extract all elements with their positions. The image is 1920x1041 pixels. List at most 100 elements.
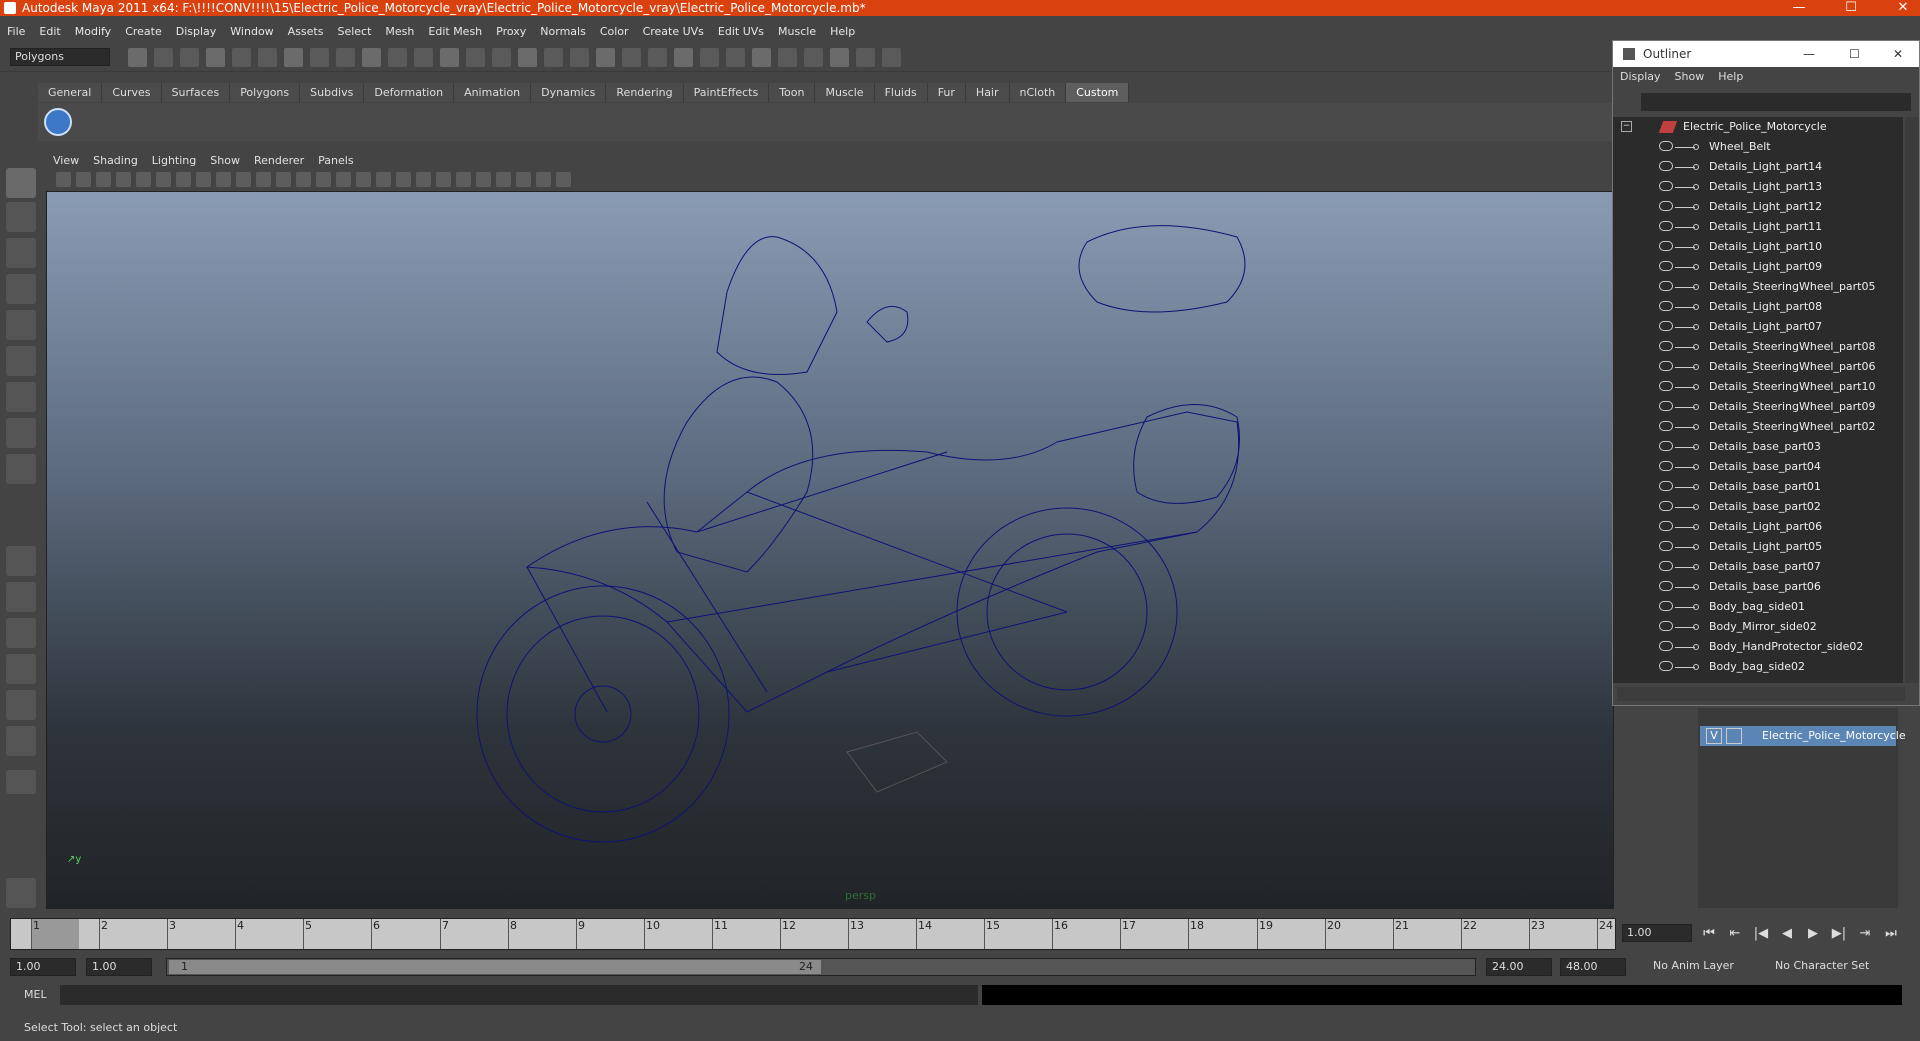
outliner-item[interactable]: Details_base_part01 [1613, 477, 1903, 497]
outliner-item[interactable]: Details_Light_part07 [1613, 317, 1903, 337]
viewport-toolbar-icon[interactable] [356, 172, 371, 187]
outliner-item[interactable]: Details_Light_part05 [1613, 537, 1903, 557]
collapse-icon[interactable]: − [1621, 121, 1632, 132]
viewport-toolbar-icon[interactable] [516, 172, 531, 187]
outliner-item[interactable]: Body_Mirror_side02 [1613, 617, 1903, 637]
status-line-tool-icon[interactable] [180, 48, 199, 67]
shelf-tab-hair[interactable]: Hair [965, 83, 1010, 102]
viewport-menu-view[interactable]: View [46, 152, 86, 170]
status-line-tool-icon[interactable] [830, 48, 849, 67]
shelf-tab-fluids[interactable]: Fluids [874, 83, 928, 102]
shelf-tab-deformation[interactable]: Deformation [364, 83, 455, 102]
custom-shelf-check-icon[interactable] [44, 108, 72, 136]
viewport-toolbar-icon[interactable] [96, 172, 111, 187]
display-layer-row[interactable]: V Electric_Police_Motorcycle [1700, 726, 1906, 746]
outliner-item[interactable]: Details_SteeringWheel_part06 [1613, 357, 1903, 377]
outliner-item[interactable]: Details_Light_part13 [1613, 177, 1903, 197]
outliner-item[interactable]: Details_base_part03 [1613, 437, 1903, 457]
shelf-tab-painteffects[interactable]: PaintEffects [683, 83, 770, 102]
minimize-button[interactable]: — [1784, 0, 1814, 16]
shelf-tab-rendering[interactable]: Rendering [606, 83, 684, 102]
menu-modify[interactable]: Modify [68, 22, 118, 42]
viewport-toolbar-icon[interactable] [136, 172, 151, 187]
playback-control-icon[interactable]: |◀ [1748, 920, 1774, 948]
perspective-viewport[interactable]: ↗y persp [46, 191, 1614, 909]
viewport-toolbar-icon[interactable] [196, 172, 211, 187]
status-line-tool-icon[interactable] [440, 48, 459, 67]
viewport-toolbar-icon[interactable] [556, 172, 571, 187]
outliner-item[interactable]: Details_SteeringWheel_part10 [1613, 377, 1903, 397]
manipulator-tool-icon[interactable] [6, 382, 36, 412]
shelf-tab-surfaces[interactable]: Surfaces [161, 83, 231, 102]
viewport-toolbar-icon[interactable] [436, 172, 451, 187]
more-layouts-icon[interactable] [6, 770, 36, 794]
status-line-tool-icon[interactable] [128, 48, 147, 67]
menu-file[interactable]: File [0, 22, 32, 42]
shelf-tab-toon[interactable]: Toon [769, 83, 816, 102]
status-line-tool-icon[interactable] [752, 48, 771, 67]
shelf-tab-animation[interactable]: Animation [454, 83, 532, 102]
menu-proxy[interactable]: Proxy [489, 22, 533, 42]
outliner-item[interactable]: Details_SteeringWheel_part05 [1613, 277, 1903, 297]
outliner-item[interactable]: Details_base_part04 [1613, 457, 1903, 477]
viewport-toolbar-icon[interactable] [456, 172, 471, 187]
viewport-menu-panels[interactable]: Panels [311, 152, 360, 170]
viewport-toolbar-icon[interactable] [416, 172, 431, 187]
mode-dropdown[interactable]: Polygons [10, 48, 110, 66]
menu-edit[interactable]: Edit [32, 22, 67, 42]
outliner-menu-show[interactable]: Show [1668, 67, 1712, 87]
menu-help[interactable]: Help [823, 22, 862, 42]
viewport-toolbar-icon[interactable] [536, 172, 551, 187]
viewport-toolbar-icon[interactable] [216, 172, 231, 187]
outliner-root-row[interactable]: − Electric_Police_Motorcycle [1613, 117, 1903, 137]
menu-create-uvs[interactable]: Create UVs [636, 22, 711, 42]
viewport-toolbar-icon[interactable] [316, 172, 331, 187]
status-line-tool-icon[interactable] [804, 48, 823, 67]
menu-assets[interactable]: Assets [281, 22, 331, 42]
shelf-tab-general[interactable]: General [38, 83, 103, 102]
status-line-tool-icon[interactable] [518, 48, 537, 67]
shelf-tab-ncloth[interactable]: nCloth [1009, 83, 1067, 102]
viewport-menu-lighting[interactable]: Lighting [145, 152, 203, 170]
viewport-toolbar-icon[interactable] [496, 172, 511, 187]
outliner-menu-help[interactable]: Help [1711, 67, 1750, 87]
status-line-tool-icon[interactable] [492, 48, 511, 67]
help-tool-icon[interactable] [6, 878, 36, 908]
outliner-persp-layout-icon[interactable] [6, 618, 36, 648]
outliner-close-button[interactable]: ✕ [1893, 41, 1903, 67]
viewport-toolbar-icon[interactable] [336, 172, 351, 187]
viewport-toolbar-icon[interactable] [176, 172, 191, 187]
playback-control-icon[interactable]: ▶ [1800, 920, 1826, 948]
menu-display[interactable]: Display [169, 22, 224, 42]
viewport-toolbar-icon[interactable] [276, 172, 291, 187]
viewport-toolbar-icon[interactable] [296, 172, 311, 187]
outliner-item[interactable]: Details_Light_part14 [1613, 157, 1903, 177]
status-line-tool-icon[interactable] [622, 48, 641, 67]
status-line-tool-icon[interactable] [206, 48, 225, 67]
layer-visibility-toggle[interactable]: V [1706, 728, 1722, 744]
anim-start-field[interactable]: 1.00 [86, 958, 152, 976]
mel-input[interactable] [60, 985, 978, 1005]
shelf-options[interactable] [14, 82, 36, 142]
status-line-tool-icon[interactable] [336, 48, 355, 67]
playback-control-icon[interactable]: ▶| [1826, 920, 1852, 948]
status-line-tool-icon[interactable] [648, 48, 667, 67]
end-time-field[interactable]: 48.00 [1560, 958, 1626, 976]
outliner-hscroll[interactable] [1617, 687, 1905, 701]
shelf-tab-dynamics[interactable]: Dynamics [531, 83, 607, 102]
outliner-item[interactable]: Details_Light_part12 [1613, 197, 1903, 217]
status-line-tool-icon[interactable] [154, 48, 173, 67]
menu-create[interactable]: Create [118, 22, 169, 42]
viewport-menu-shading[interactable]: Shading [86, 152, 145, 170]
viewport-toolbar-icon[interactable] [236, 172, 251, 187]
playback-control-icon[interactable]: ⇥ [1852, 920, 1878, 948]
status-line-tool-icon[interactable] [310, 48, 329, 67]
viewport-toolbar-icon[interactable] [116, 172, 131, 187]
viewport-toolbar-icon[interactable] [396, 172, 411, 187]
status-line-tool-icon[interactable] [674, 48, 693, 67]
playback-control-icon[interactable]: ◀ [1774, 920, 1800, 948]
outliner-item[interactable]: Details_base_part06 [1613, 577, 1903, 597]
outliner-item[interactable]: Details_Light_part11 [1613, 217, 1903, 237]
playback-control-icon[interactable]: ⏮ [1696, 920, 1722, 948]
select-tool-icon[interactable] [6, 168, 36, 198]
